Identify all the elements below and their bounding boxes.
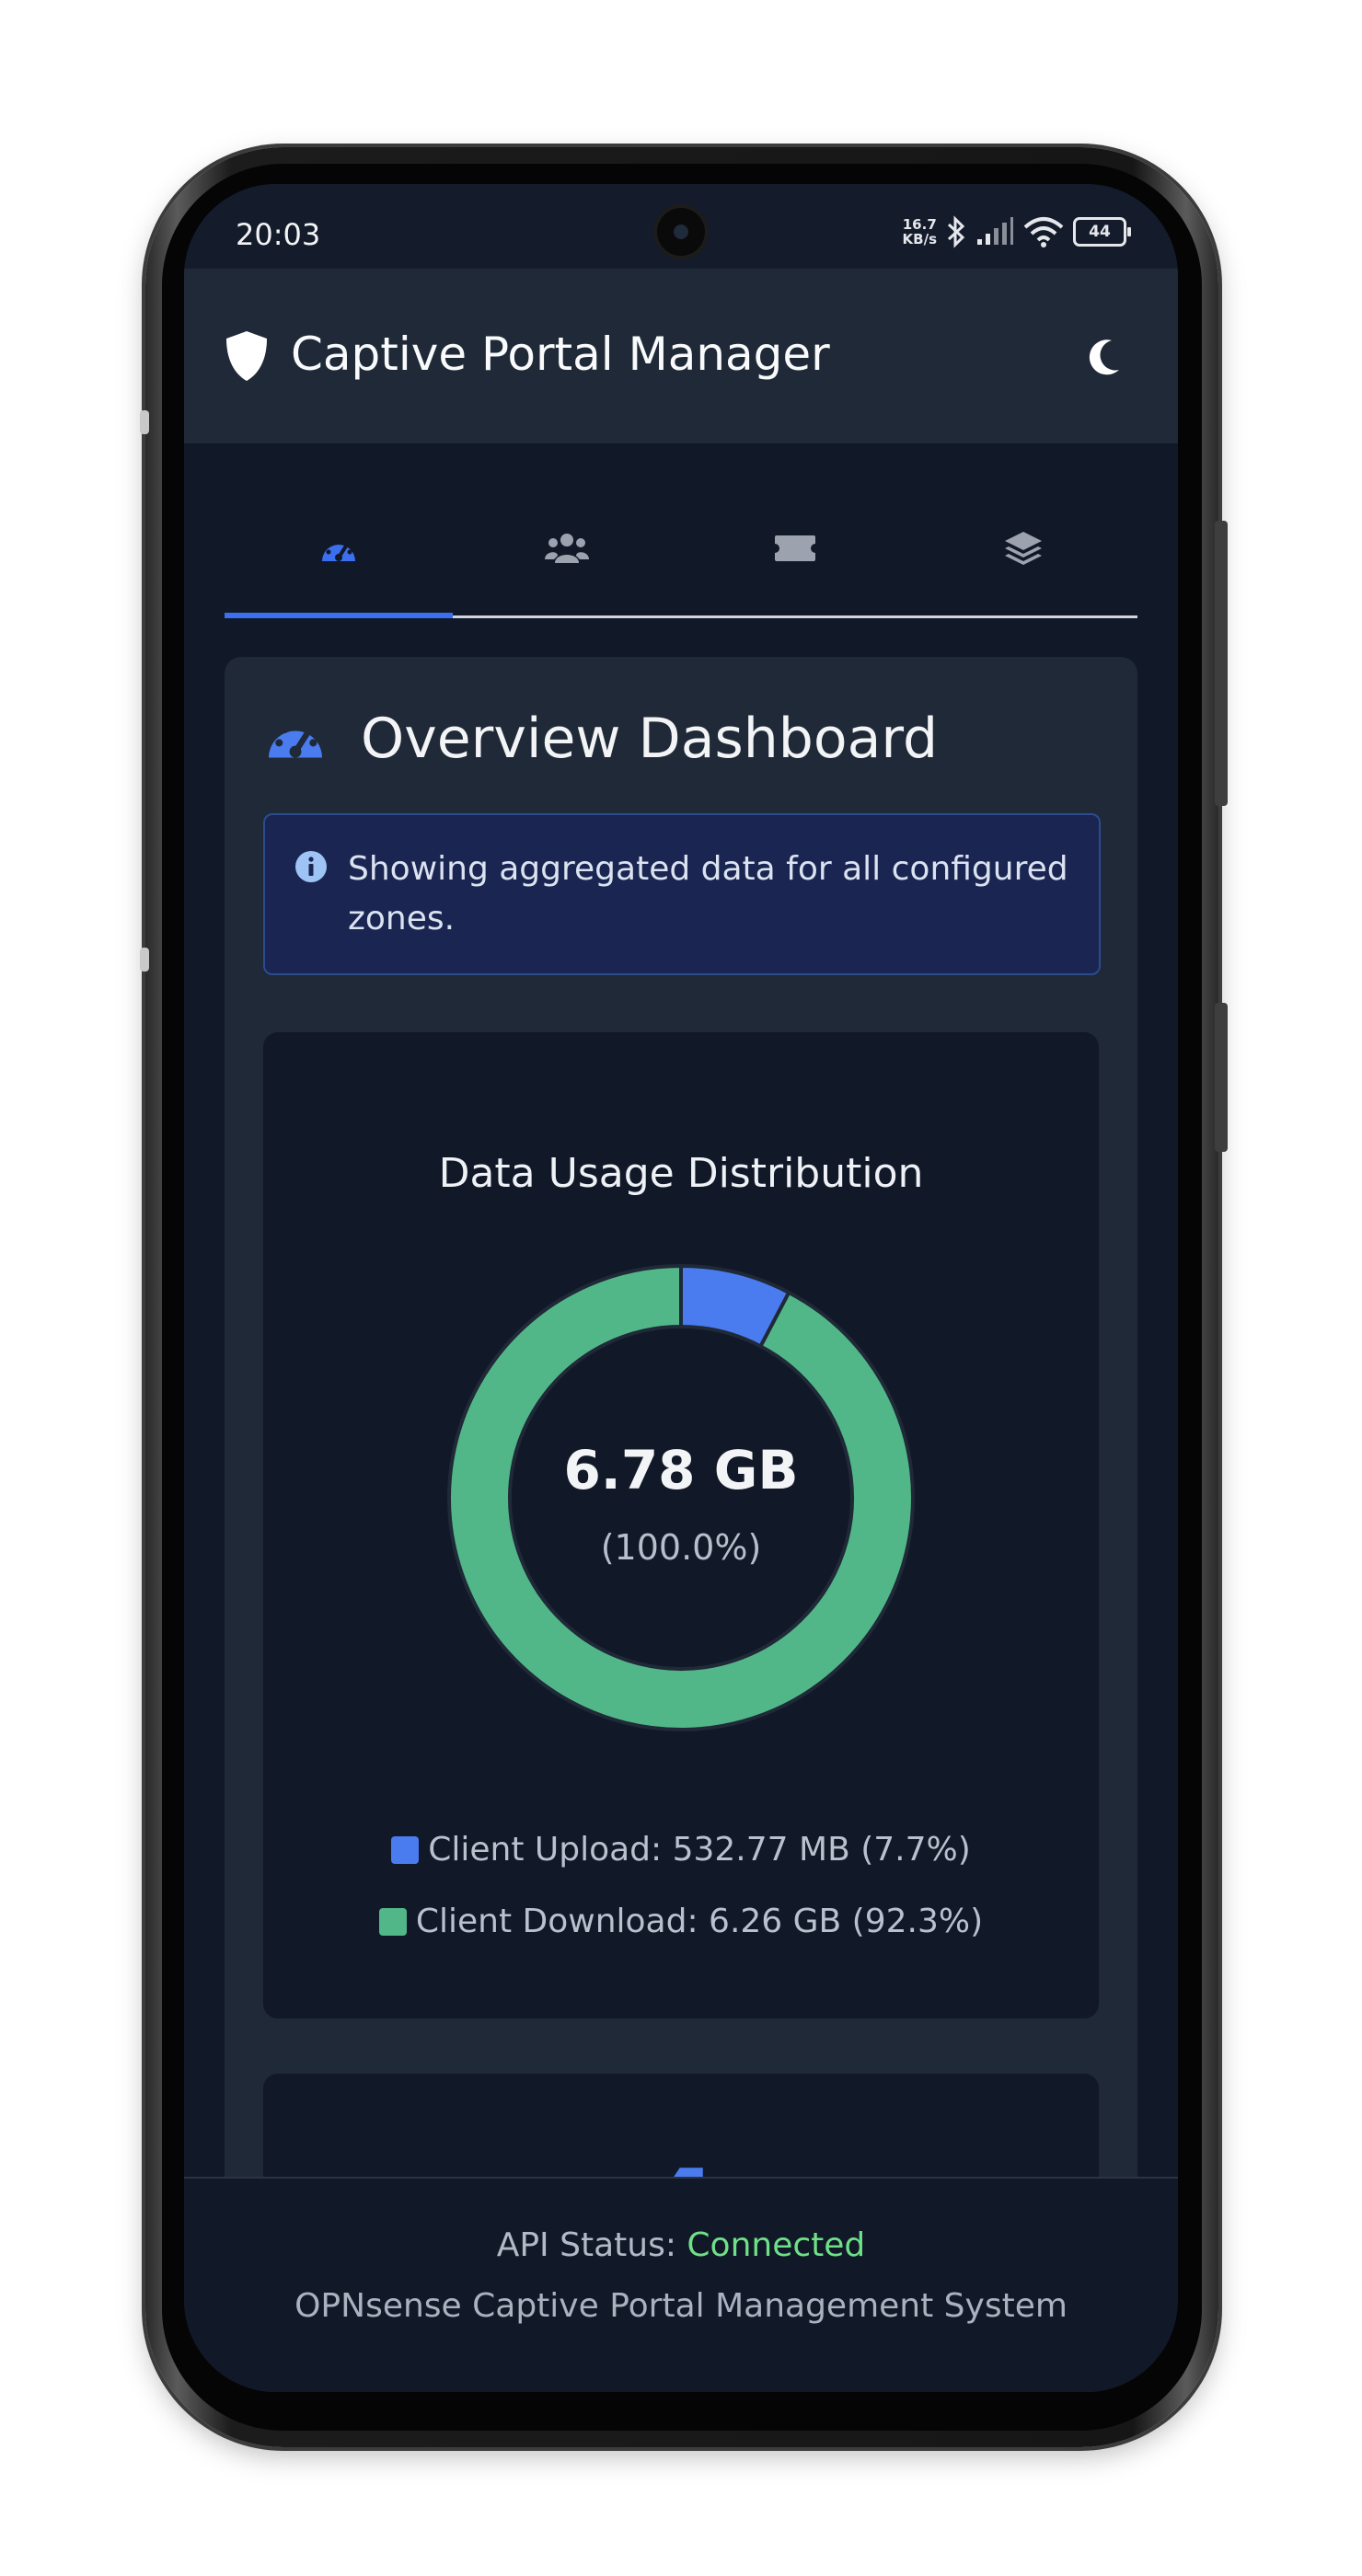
status-icons: 16.7 KB/s 44 bbox=[903, 212, 1131, 252]
legend-swatch-upload bbox=[391, 1835, 420, 1864]
api-status-line: API Status: Connected bbox=[184, 2226, 1178, 2264]
info-text: Showing aggregated data for all configur… bbox=[348, 850, 1068, 937]
app-header: Captive Portal Manager bbox=[184, 269, 1178, 443]
legend-swatch-download bbox=[378, 1907, 407, 1936]
frame-antenna-line bbox=[140, 410, 149, 434]
dashboard-gauge-icon bbox=[322, 537, 355, 561]
dashboard-gauge-icon bbox=[269, 719, 322, 758]
network-speed-value: 16.7 bbox=[902, 216, 937, 233]
network-speed-unit: KB/s bbox=[902, 231, 937, 247]
status-time: 20:03 bbox=[236, 217, 321, 252]
chart-center-percent: (100.0%) bbox=[600, 1527, 762, 1568]
phone-screen: 20:03 16.7 KB/s 44 Captive Portal Manage… bbox=[184, 184, 1178, 2392]
tab-vouchers[interactable] bbox=[681, 480, 909, 616]
api-status-value: Connected bbox=[687, 2226, 866, 2264]
api-status-label: API Status: bbox=[496, 2226, 676, 2264]
front-camera bbox=[653, 204, 709, 259]
network-speed: 16.7 KB/s bbox=[903, 217, 937, 247]
ticket-icon bbox=[775, 535, 815, 561]
info-icon bbox=[295, 851, 327, 882]
tab-users[interactable] bbox=[453, 480, 681, 616]
footer: API Status: Connected OPNsense Captive P… bbox=[184, 2177, 1178, 2392]
battery-icon: 44 bbox=[1073, 217, 1131, 247]
wifi-icon bbox=[1023, 217, 1064, 247]
status-bar: 20:03 16.7 KB/s 44 bbox=[184, 184, 1178, 269]
app-title: Captive Portal Manager bbox=[291, 328, 830, 381]
chart-title: Data Usage Distribution bbox=[438, 1150, 924, 1197]
volume-button bbox=[1215, 521, 1228, 806]
legend-item-download[interactable]: Client Download: 6.26 GB (92.3%) bbox=[263, 1903, 1099, 1940]
layers-icon bbox=[1005, 532, 1042, 565]
tab-active-indicator bbox=[225, 613, 453, 618]
frame-antenna-line bbox=[140, 948, 149, 972]
legend-label-download: Client Download: 6.26 GB (92.3%) bbox=[415, 1903, 984, 1940]
bluetooth-icon bbox=[947, 215, 965, 248]
footer-subtitle: OPNsense Captive Portal Management Syste… bbox=[294, 2287, 1068, 2325]
moon-icon[interactable] bbox=[1086, 337, 1123, 377]
info-alert: Showing aggregated data for all configur… bbox=[263, 813, 1101, 975]
users-icon bbox=[545, 534, 589, 563]
tab-dashboard[interactable] bbox=[225, 480, 453, 616]
power-button bbox=[1215, 1003, 1228, 1152]
data-usage-chart-panel: Data Usage Distribution 6.78 GB (100.0%)… bbox=[263, 1032, 1099, 2018]
legend-item-upload[interactable]: Client Upload: 532.77 MB (7.7%) bbox=[263, 1831, 1099, 1869]
chart-center-value: 6.78 GB bbox=[563, 1439, 799, 1501]
overview-card: Overview Dashboard Showing aggregated da… bbox=[225, 657, 1137, 2392]
signal-icon bbox=[977, 217, 1013, 245]
page-title: Overview Dashboard bbox=[361, 707, 939, 771]
legend-label-upload: Client Upload: 532.77 MB (7.7%) bbox=[428, 1831, 971, 1869]
tab-bar bbox=[225, 480, 1137, 618]
shield-icon bbox=[226, 331, 267, 381]
tab-zones[interactable] bbox=[909, 480, 1137, 616]
